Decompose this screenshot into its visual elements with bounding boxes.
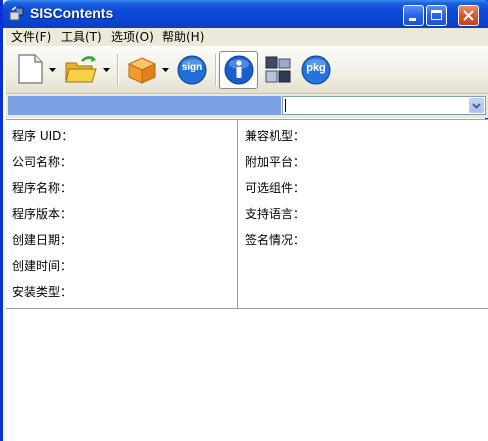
components-icon[interactable]: [264, 55, 292, 85]
title-bar[interactable]: SISContents: [3, 0, 488, 28]
column-divider: [237, 120, 238, 308]
menu-options[interactable]: 选项(O): [111, 29, 154, 45]
field-extra-platforms: 附加平台：: [245, 155, 306, 169]
close-icon: [463, 10, 474, 21]
info-panel: 程序 UID： 公司名称： 程序名称： 程序版本： 创建日期： 创建时间： 安装…: [6, 119, 488, 309]
selector-combobox[interactable]: [282, 96, 486, 115]
field-program-name: 程序名称：: [12, 181, 73, 195]
field-program-uid: 程序 UID：: [12, 129, 74, 143]
maximize-button[interactable]: [426, 5, 447, 26]
sign-button[interactable]: sign: [177, 55, 207, 85]
chevron-down-icon[interactable]: [49, 68, 56, 72]
pkg-button[interactable]: pkg: [301, 55, 331, 85]
main-window: SISContents 文件(F) 工具(T) 选项(O) 帮助(H) sign…: [0, 0, 488, 441]
toolbar-separator: [215, 54, 217, 86]
info-button[interactable]: [219, 51, 258, 89]
selected-item-highlight[interactable]: [8, 96, 281, 115]
maximize-icon: [431, 10, 442, 20]
field-create-time: 创建时间：: [12, 259, 73, 273]
field-compatible-models: 兼容机型：: [245, 129, 306, 143]
menu-help[interactable]: 帮助(H): [162, 29, 204, 45]
field-signature-status: 签名情况：: [245, 233, 306, 247]
open-folder-icon[interactable]: [64, 55, 98, 85]
blank-document-icon[interactable]: [15, 53, 45, 85]
pkg-label: pkg: [306, 62, 326, 74]
chevron-down-icon: [472, 103, 481, 109]
selector-row: [6, 94, 488, 118]
field-install-type: 安装类型：: [12, 285, 73, 299]
chevron-down-icon[interactable]: [103, 68, 110, 72]
field-program-version: 程序版本：: [12, 207, 73, 221]
toolbar: sign pkg: [6, 47, 488, 94]
field-company-name: 公司名称：: [12, 155, 73, 169]
close-button[interactable]: [458, 5, 479, 26]
minimize-button[interactable]: [403, 5, 424, 26]
dropdown-button[interactable]: [469, 98, 484, 113]
window-title: SISContents: [30, 5, 114, 21]
field-optional-components: 可选组件：: [245, 181, 306, 195]
sign-label: sign: [181, 62, 203, 73]
package-box-icon[interactable]: [126, 55, 158, 85]
info-icon: [224, 55, 254, 85]
toolbar-separator: [117, 54, 119, 86]
chevron-down-icon[interactable]: [162, 68, 169, 72]
minimize-icon: [409, 18, 416, 21]
app-icon: [9, 6, 24, 21]
content-area: [6, 309, 488, 441]
menu-bar: 文件(F) 工具(T) 选项(O) 帮助(H): [6, 28, 488, 47]
field-create-date: 创建日期：: [12, 233, 73, 247]
field-supported-languages: 支持语言：: [245, 207, 306, 221]
menu-file[interactable]: 文件(F): [11, 29, 51, 45]
text-caret: [285, 99, 286, 112]
menu-tools[interactable]: 工具(T): [61, 29, 102, 45]
